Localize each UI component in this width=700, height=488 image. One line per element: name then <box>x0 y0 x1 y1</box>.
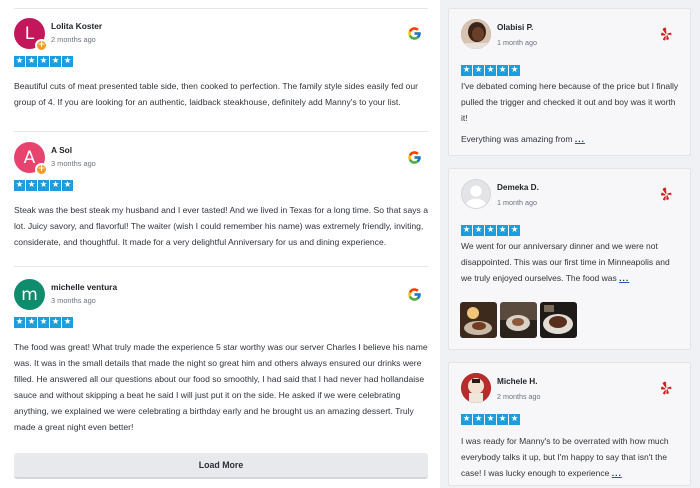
yelp-review-card: Olabisi P. 1 month ago ★ ★ ★ ★ ★ I've debate… <box>448 8 691 156</box>
star-icon: ★ <box>38 56 49 67</box>
star-icon: ★ <box>497 414 508 425</box>
avatar-initial: A <box>23 147 36 168</box>
reviewer-name[interactable]: Demeka D. <box>497 183 539 192</box>
reviewer-name[interactable]: michelle ventura <box>51 282 117 292</box>
google-reviews-panel: L + Lolita Koster 2 months ago ★ ★ ★ ★ ★ Bea… <box>0 0 440 488</box>
star-rating: ★ ★ ★ ★ ★ <box>461 225 520 236</box>
review-photo[interactable] <box>500 302 537 338</box>
reviewer-name[interactable]: Olabisi P. <box>497 23 533 32</box>
review-time: 3 months ago <box>51 296 96 305</box>
avatar[interactable] <box>461 19 491 49</box>
star-icon: ★ <box>473 414 484 425</box>
review-time: 1 month ago <box>497 38 537 47</box>
star-icon: ★ <box>461 414 472 425</box>
avatar-initial: m <box>21 284 38 305</box>
avatar-initial: L <box>24 23 35 44</box>
star-icon: ★ <box>38 317 49 328</box>
google-icon[interactable] <box>407 150 422 165</box>
reviewer-photo <box>461 19 491 49</box>
star-rating: ★ ★ ★ ★ ★ <box>461 65 520 76</box>
divider <box>14 266 428 267</box>
star-rating: ★ ★ ★ ★ ★ <box>461 414 520 425</box>
star-icon: ★ <box>473 225 484 236</box>
star-icon: ★ <box>26 180 37 191</box>
google-icon[interactable] <box>407 287 422 302</box>
review-text-body: I was ready for Manny's to be overrated … <box>461 436 669 478</box>
star-icon: ★ <box>62 180 73 191</box>
read-more-link[interactable]: ... <box>575 134 585 144</box>
yelp-icon[interactable] <box>659 381 672 395</box>
star-icon: ★ <box>50 56 61 67</box>
review-photo[interactable] <box>460 302 497 338</box>
google-icon[interactable] <box>407 26 422 41</box>
star-icon: ★ <box>50 317 61 328</box>
review-item: L + Lolita Koster 2 months ago ★ ★ ★ ★ ★ Bea… <box>14 18 428 110</box>
star-icon: ★ <box>62 317 73 328</box>
star-icon: ★ <box>38 180 49 191</box>
review-item: A + A Sol 3 months ago ★ ★ ★ ★ ★ Steak was t… <box>14 142 428 250</box>
avatar[interactable]: A + <box>14 142 48 176</box>
avatar[interactable] <box>461 179 491 209</box>
star-icon: ★ <box>509 225 520 236</box>
star-rating: ★ ★ ★ ★ ★ <box>14 317 428 328</box>
review-time: 2 months ago <box>497 392 541 401</box>
star-icon: ★ <box>461 65 472 76</box>
star-icon: ★ <box>62 56 73 67</box>
star-icon: ★ <box>509 65 520 76</box>
star-icon: ★ <box>497 65 508 76</box>
review-text: Steak was the best steak my husband and … <box>14 205 429 247</box>
local-guide-badge-icon: + <box>35 39 48 52</box>
review-time: 2 months ago <box>51 35 96 44</box>
local-guide-badge-icon: + <box>35 163 48 176</box>
reviewer-name[interactable]: Lolita Koster <box>51 21 102 31</box>
star-icon: ★ <box>26 317 37 328</box>
star-icon: ★ <box>461 225 472 236</box>
review-text: We went for our anniversary dinner and w… <box>461 238 681 286</box>
review-time: 3 months ago <box>51 159 96 168</box>
review-text-body: We went for our anniversary dinner and w… <box>461 241 670 283</box>
review-text: I've debated coming here because of the … <box>461 81 679 123</box>
star-icon: ★ <box>509 414 520 425</box>
review-text: The food was great! What truly made the … <box>14 342 428 432</box>
yelp-icon[interactable] <box>659 27 672 41</box>
review-time: 1 month ago <box>497 198 537 207</box>
star-rating: ★ ★ ★ ★ ★ <box>14 180 428 191</box>
load-more-button[interactable]: Load More <box>14 453 428 479</box>
divider <box>14 131 428 132</box>
star-icon: ★ <box>14 317 25 328</box>
star-icon: ★ <box>14 56 25 67</box>
default-user-icon <box>465 185 487 208</box>
yelp-icon[interactable] <box>659 187 672 201</box>
star-icon: ★ <box>14 180 25 191</box>
reviewer-name[interactable]: Michele H. <box>497 377 538 386</box>
star-icon: ★ <box>473 65 484 76</box>
reviewer-name[interactable]: A Sol <box>51 145 72 155</box>
avatar[interactable]: m <box>14 279 45 310</box>
read-more-link[interactable]: ... <box>612 468 622 478</box>
star-icon: ★ <box>485 225 496 236</box>
star-icon: ★ <box>26 56 37 67</box>
avatar[interactable] <box>461 373 491 403</box>
star-rating: ★ ★ ★ ★ ★ <box>14 56 428 67</box>
yelp-review-card: Michele H. 2 months ago ★ ★ ★ ★ ★ I was read… <box>448 362 691 486</box>
review-text-line: Everything was amazing from <box>461 134 573 144</box>
divider <box>14 8 428 9</box>
star-icon: ★ <box>50 180 61 191</box>
review-text-continued: Everything was amazing from ... <box>461 131 681 147</box>
read-more-link[interactable]: ... <box>619 273 629 283</box>
reviewer-photo <box>461 373 491 403</box>
star-icon: ★ <box>485 65 496 76</box>
reviews-widget: L + Lolita Koster 2 months ago ★ ★ ★ ★ ★ Bea… <box>0 0 700 488</box>
review-photo[interactable] <box>540 302 577 338</box>
review-item: m michelle ventura 3 months ago ★ ★ ★ ★ ★ Th… <box>14 279 428 435</box>
star-icon: ★ <box>485 414 496 425</box>
review-text: I was ready for Manny's to be overrated … <box>461 433 681 481</box>
star-icon: ★ <box>497 225 508 236</box>
review-text: Beautiful cuts of meat presented table s… <box>14 81 418 107</box>
avatar[interactable]: L + <box>14 18 48 52</box>
